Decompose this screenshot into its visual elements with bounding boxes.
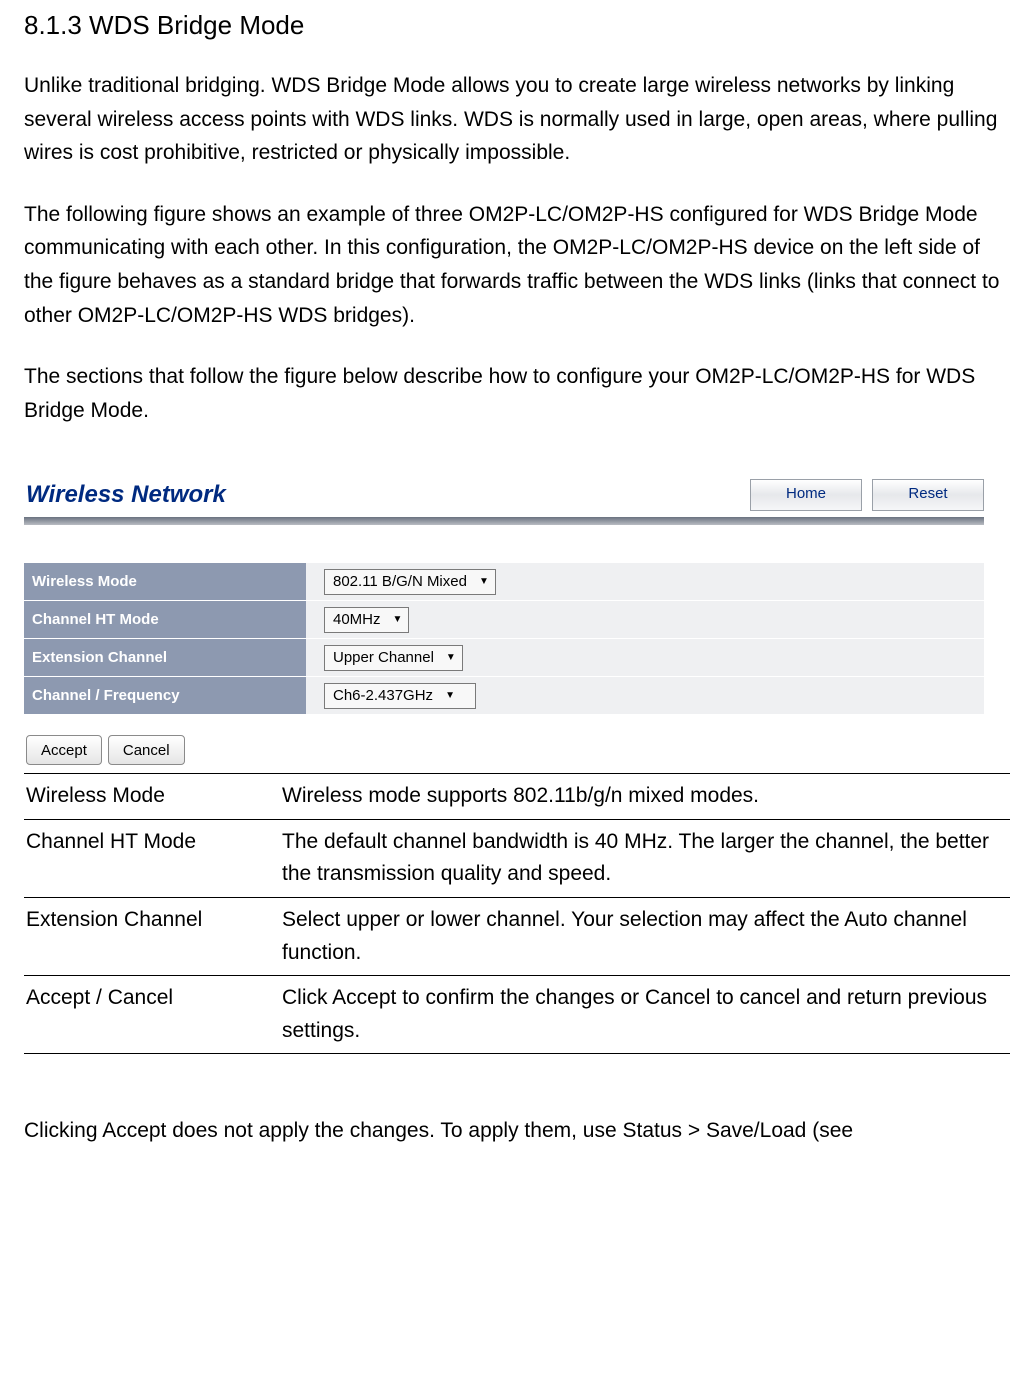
panel-title: Wireless Network (26, 481, 226, 509)
desc-value: Select upper or lower channel. Your sele… (280, 897, 1010, 975)
paragraph-1: Unlike traditional bridging. WDS Bridge … (24, 69, 1010, 170)
paragraph-3: The sections that follow the figure belo… (24, 360, 1010, 427)
desc-key: Accept / Cancel (24, 976, 280, 1054)
paragraph-2: The following figure shows an example of… (24, 198, 1010, 332)
select-channel-ht-mode[interactable]: 40MHz ▼ (324, 607, 409, 633)
select-channel-frequency-value: Ch6-2.437GHz (333, 687, 433, 704)
label-channel-frequency: Channel / Frequency (24, 677, 306, 715)
accept-button[interactable]: Accept (26, 735, 102, 765)
label-wireless-mode: Wireless Mode (24, 563, 306, 601)
desc-key: Wireless Mode (24, 774, 280, 820)
desc-value: Click Accept to confirm the changes or C… (280, 976, 1010, 1054)
footnote: Clicking Accept does not apply the chang… (24, 1114, 1010, 1148)
select-wireless-mode[interactable]: 802.11 B/G/N Mixed ▼ (324, 569, 496, 595)
reset-button[interactable]: Reset (872, 479, 984, 511)
select-wireless-mode-value: 802.11 B/G/N Mixed (333, 573, 467, 590)
wireless-network-panel: Wireless Network Home Reset Wireless Mod… (24, 477, 984, 765)
section-heading: 8.1.3 WDS Bridge Mode (24, 10, 1010, 41)
chevron-down-icon: ▼ (445, 690, 455, 701)
description-table: Wireless Mode Wireless mode supports 802… (24, 773, 1010, 1054)
select-channel-frequency[interactable]: Ch6-2.437GHz ▼ (324, 683, 476, 709)
label-extension-channel: Extension Channel (24, 639, 306, 677)
desc-value: Wireless mode supports 802.11b/g/n mixed… (280, 774, 1010, 820)
table-row: Extension Channel Select upper or lower … (24, 897, 1010, 975)
chevron-down-icon: ▼ (479, 576, 489, 587)
desc-key: Extension Channel (24, 897, 280, 975)
table-row: Channel HT Mode The default channel band… (24, 819, 1010, 897)
select-channel-ht-mode-value: 40MHz (333, 611, 381, 628)
chevron-down-icon: ▼ (393, 614, 403, 625)
table-row: Wireless Mode Wireless mode supports 802… (24, 774, 1010, 820)
desc-value: The default channel bandwidth is 40 MHz.… (280, 819, 1010, 897)
label-channel-ht-mode: Channel HT Mode (24, 601, 306, 639)
desc-key: Channel HT Mode (24, 819, 280, 897)
select-extension-channel[interactable]: Upper Channel ▼ (324, 645, 463, 671)
select-extension-channel-value: Upper Channel (333, 649, 434, 666)
table-row: Accept / Cancel Click Accept to confirm … (24, 976, 1010, 1054)
panel-divider (24, 517, 984, 525)
home-button[interactable]: Home (750, 479, 862, 511)
chevron-down-icon: ▼ (446, 652, 456, 663)
cancel-button[interactable]: Cancel (108, 735, 185, 765)
